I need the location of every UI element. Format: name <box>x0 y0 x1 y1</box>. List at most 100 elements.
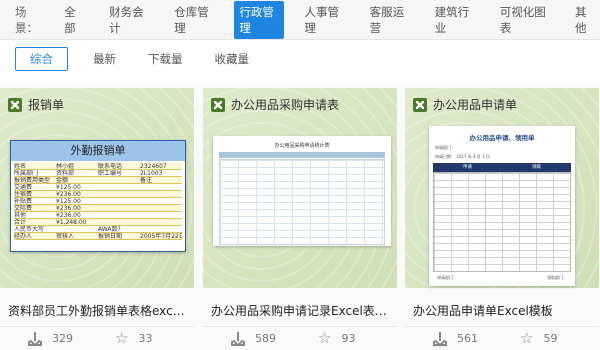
download-stat[interactable]: 589 <box>231 331 276 346</box>
scene-item-all[interactable]: 全部 <box>59 1 89 39</box>
download-icon <box>28 331 42 346</box>
template-card[interactable]: 报销单 外勤报销单 姓名 林小姐 联系电话 2324607 所属部门 资料部 职工编号 2L1… <box>0 88 194 350</box>
favorite-stat[interactable]: ☆ 33 <box>115 331 152 346</box>
sort-tab-downloads[interactable]: 下载量 <box>141 47 190 71</box>
template-thumbnail[interactable]: 办公用品申请单 办公用品申请、领用单 申请部门： 申请日期： 2017 年 4 … <box>405 88 599 288</box>
card-category-label: 报销单 <box>28 98 65 112</box>
scene-item-admin[interactable]: 行政管理 <box>234 0 285 39</box>
preview-row: 补贴费 ¥125.00 <box>14 198 182 205</box>
preview-cell: 姓名 <box>14 163 27 169</box>
preview-cell <box>98 212 140 218</box>
preview-cell: 审核人 <box>56 233 75 239</box>
scene-item-warehouse[interactable]: 仓库管理 <box>169 1 219 39</box>
preview-cell: 资料部 <box>56 170 75 176</box>
sort-tabs: 综合 最新 下载量 收藏量 <box>0 40 600 78</box>
download-count: 589 <box>255 332 276 345</box>
template-title[interactable]: 办公用品采购申请记录Excel表格... <box>211 302 391 319</box>
preview-foot-left: 申请部门： <box>437 275 457 280</box>
sheet-preview: 办公用品采购申请统计表 <box>213 136 391 246</box>
scene-item-finance[interactable]: 财务会计 <box>104 1 154 39</box>
favorite-stat[interactable]: ☆ 59 <box>520 331 557 346</box>
preview-row: 交通费 ¥125.00 <box>14 184 182 191</box>
preview-foot-right: 领取部门： <box>547 275 567 280</box>
preview-cell <box>140 184 182 190</box>
scene-item-customer-service[interactable]: 客服运营 <box>365 1 415 39</box>
preview-cell: 交通费 <box>14 184 33 190</box>
favorite-stat[interactable]: ☆ 93 <box>318 331 355 346</box>
preview-cell: ¥236.00 <box>56 212 81 218</box>
preview-cell: 2324607 <box>140 163 167 169</box>
card-category: 办公用品申请单 <box>413 96 517 113</box>
preview-row: 人民币大写 AWA数? <box>14 226 182 233</box>
preview-cell: 林小姐 <box>56 163 75 169</box>
excel-icon <box>413 97 427 112</box>
scene-item-other[interactable]: 其他 <box>570 1 600 39</box>
star-icon: ☆ <box>318 329 332 347</box>
preview-row: 所属部门 资料部 职工编号 2L1003 <box>14 170 182 177</box>
preview-cell: ¥125.00 <box>56 198 81 204</box>
template-grid: 报销单 外勤报销单 姓名 林小姐 联系电话 2324607 所属部门 资料部 职工编号 2L1… <box>0 82 600 350</box>
preview-cell <box>98 219 140 225</box>
template-thumbnail[interactable]: 办公用品采购申请表 办公用品采购申请统计表 <box>203 88 397 288</box>
template-card[interactable]: 办公用品采购申请表 办公用品采购申请统计表 办公用品采购申请记录Excel表格.… <box>203 88 397 350</box>
card-category: 报销单 <box>8 96 64 113</box>
preview-cell: 所属部门 <box>14 170 39 176</box>
preview-cell <box>98 184 140 190</box>
preview-cell <box>140 205 182 211</box>
sheet-preview: 办公用品申请、领用单 申请部门： 申请日期： 2017 年 4 月 1 日 申请… <box>429 126 575 286</box>
favorite-count: 59 <box>543 332 558 345</box>
card-category-label: 办公用品采购申请表 <box>231 98 340 112</box>
download-stat[interactable]: 561 <box>433 331 478 346</box>
preview-cell <box>98 198 140 204</box>
scene-label: 场景： <box>15 4 38 35</box>
preview-row: 住宿费 ¥236.00 <box>14 191 182 198</box>
preview-cell: 经办人 <box>14 233 33 239</box>
excel-icon <box>8 97 22 112</box>
download-icon <box>433 331 447 346</box>
scene-filter-bar: 场景： 全部 财务会计 仓库管理 行政管理 人事管理 客服运营 建筑行业 可视化… <box>0 0 600 40</box>
card-stats: 589 ☆ 93 <box>203 326 397 350</box>
template-title[interactable]: 资料部员工外勤报销单表格excel... <box>8 302 188 319</box>
preview-cell <box>98 177 140 183</box>
download-stat[interactable]: 329 <box>28 331 73 346</box>
preview-row: 交际费 ¥236.00 <box>14 205 182 212</box>
preview-cell: 职工编号 <box>98 170 123 176</box>
template-thumbnail[interactable]: 报销单 外勤报销单 姓名 林小姐 联系电话 2324607 所属部门 资料部 职工编号 2L1… <box>0 88 194 288</box>
preview-col-apply: 申请 <box>463 165 472 170</box>
sort-tab-latest[interactable]: 最新 <box>86 47 123 71</box>
card-stats: 561 ☆ 59 <box>405 326 599 350</box>
sort-tab-favorites[interactable]: 收藏量 <box>208 47 257 71</box>
download-icon <box>231 331 245 346</box>
card-category: 办公用品采购申请表 <box>211 96 339 113</box>
preview-grid <box>433 172 571 272</box>
preview-cell <box>140 212 182 218</box>
preview-dept: 申请部门： <box>435 145 455 150</box>
preview-cell: 其他 <box>14 212 27 218</box>
preview-cell <box>56 226 98 232</box>
preview-heading: 办公用品采购申请统计表 <box>274 143 330 149</box>
preview-cell: 备注 <box>140 177 153 183</box>
preview-cell <box>140 219 182 225</box>
download-count: 561 <box>457 332 478 345</box>
star-icon: ☆ <box>115 329 129 347</box>
template-title[interactable]: 办公用品申请单Excel模板 <box>413 302 593 319</box>
preview-cell: 报销费用类型 <box>14 177 51 183</box>
sort-tab-overall[interactable]: 综合 <box>15 47 68 71</box>
preview-cell: 金额 <box>56 177 69 183</box>
scene-item-hr[interactable]: 人事管理 <box>299 1 349 39</box>
scene-item-construction[interactable]: 建筑行业 <box>430 1 480 39</box>
preview-cell: ¥236.00 <box>56 205 81 211</box>
preview-date: 申请日期： 2017 年 4 月 1 日 <box>435 154 490 159</box>
preview-cell: AWA数? <box>98 226 121 232</box>
template-card[interactable]: 办公用品申请单 办公用品申请、领用单 申请部门： 申请日期： 2017 年 4 … <box>405 88 599 350</box>
preview-cell: 联系电话 <box>98 163 123 169</box>
preview-header-row <box>219 152 385 158</box>
preview-cell: 报销日期 <box>98 233 123 239</box>
preview-row: 其他 ¥236.00 <box>14 212 182 219</box>
preview-cell: ¥125.00 <box>56 184 81 190</box>
preview-heading: 办公用品申请、领用单 <box>469 134 535 142</box>
scene-item-charts[interactable]: 可视化图表 <box>495 1 555 39</box>
preview-header-row: 申请 领取 <box>433 163 571 172</box>
preview-row: 姓名 林小姐 联系电话 2324607 <box>14 163 182 170</box>
preview-rows: 姓名 林小姐 联系电话 2324607 所属部门 资料部 职工编号 2L1003 报销费用类型金… <box>11 161 185 242</box>
